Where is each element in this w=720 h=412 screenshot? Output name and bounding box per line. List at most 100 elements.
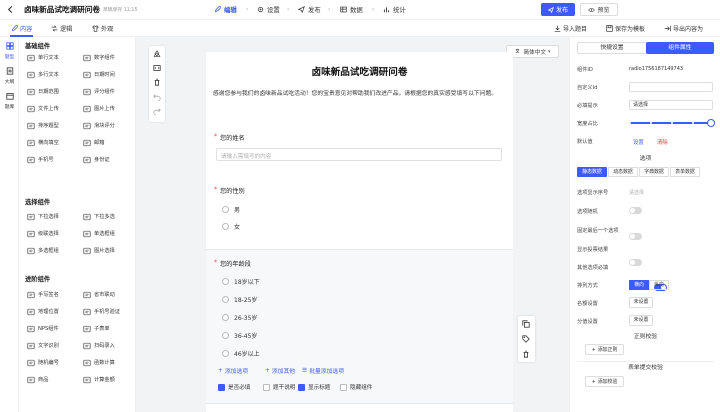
form-title[interactable]: 卤味新品试吃调研问卷 xyxy=(206,64,513,78)
save-template-button[interactable]: 保存为模板 xyxy=(606,24,645,33)
rail-question-types[interactable]: 题型 xyxy=(2,42,17,60)
add-other-link[interactable]: + 添加其他 xyxy=(265,366,295,376)
radio-option[interactable]: 男 xyxy=(222,205,240,214)
component-sort[interactable]: 排序题型 xyxy=(22,119,74,132)
tab-quick-settings[interactable]: 快捷设置 xyxy=(577,42,647,54)
component-number[interactable]: 数字组件 xyxy=(78,51,130,64)
component-id-card[interactable]: 身份证 xyxy=(78,153,130,166)
tab-content[interactable]: 内容 xyxy=(11,24,32,33)
step-stats[interactable]: 统计 xyxy=(383,5,406,14)
rail-outline[interactable]: 大纲 xyxy=(2,67,17,85)
score-button[interactable]: 未设置 xyxy=(629,315,653,326)
layout-vertical[interactable]: 纵向 xyxy=(649,280,669,290)
radio-option[interactable]: 18岁以下 xyxy=(222,277,260,286)
rail-question-bank[interactable]: 题库 xyxy=(2,92,17,110)
question-name[interactable]: * 您的姓名 请输入需填写的内容 xyxy=(206,124,513,176)
component-fill-blank[interactable]: 横向填空 xyxy=(22,136,74,149)
component-subform[interactable]: 子表单 xyxy=(78,322,130,335)
toggle-hidden[interactable]: 隐藏组件 xyxy=(340,383,372,391)
tab-appearance[interactable]: 外观 xyxy=(92,24,113,33)
publish-button[interactable]: 发布 xyxy=(541,3,575,16)
component-signature[interactable]: 手写签名 xyxy=(22,288,74,301)
component-ocr[interactable]: 文字识别 xyxy=(22,339,74,352)
show-vote-switch[interactable] xyxy=(629,259,642,266)
undo-icon[interactable] xyxy=(153,93,161,103)
tab-logic[interactable]: 逻辑 xyxy=(51,24,72,33)
component-image-select[interactable]: 图片选择 xyxy=(78,244,130,257)
quota-button[interactable]: 未设置 xyxy=(629,297,653,308)
component-location[interactable]: 地理位置 xyxy=(22,305,74,318)
component-email[interactable]: 邮箱 xyxy=(78,136,130,149)
step-data[interactable]: 数据 xyxy=(340,5,363,14)
component-single-line[interactable]: 单行文本 xyxy=(22,51,74,64)
form-intro[interactable]: 感谢您参与我们的卤味新品试吃活动！您的宝贵意见对帮助我们改进产品，请根据您的真实… xyxy=(213,88,511,97)
tab-dict-data[interactable]: 字典数据 xyxy=(639,167,669,177)
component-product[interactable]: 商品 xyxy=(22,373,74,386)
back-icon[interactable] xyxy=(6,5,15,14)
component-cascade[interactable]: 级联选择 xyxy=(22,227,74,240)
component-checkbox-group[interactable]: 多选框组 xyxy=(22,244,74,257)
tab-static-data[interactable]: 静态数据 xyxy=(577,167,607,177)
component-datetime[interactable]: 日期时间 xyxy=(78,68,130,81)
component-phone[interactable]: 手机号 xyxy=(22,153,74,166)
layout-horizontal[interactable]: 横向 xyxy=(629,280,649,290)
component-amount[interactable]: 计算金额 xyxy=(78,373,130,386)
component-slider[interactable]: 滑块评分 xyxy=(78,119,130,132)
fix-last-option-switch[interactable] xyxy=(629,233,642,240)
component-dropdown-multi[interactable]: 下拉多选 xyxy=(78,210,130,223)
default-clear-button[interactable]: 清除 xyxy=(657,138,668,146)
component-dropdown[interactable]: 下拉选择 xyxy=(22,210,74,223)
component-nps[interactable]: NPS组件 xyxy=(22,322,74,335)
component-rating[interactable]: 评分组件 xyxy=(78,85,130,98)
batch-add-link[interactable]: ☰ 批量添加选项 xyxy=(302,366,344,376)
tag-icon[interactable] xyxy=(522,335,530,345)
name-input[interactable]: 请输入需填写的内容 xyxy=(216,148,502,161)
toggle-required[interactable]: 是否必填 xyxy=(218,383,250,391)
component-function[interactable]: 函数计算 xyxy=(78,356,130,369)
survey-title[interactable]: 卤味新品试吃调研问卷 xyxy=(24,4,100,15)
component-image-upload[interactable]: 图片上传 xyxy=(78,102,130,115)
component-scan[interactable]: 扫码录入 xyxy=(78,339,130,352)
radio-option[interactable]: 36-45岁 xyxy=(222,331,257,340)
default-set-button[interactable]: 设置 xyxy=(633,138,644,146)
copy-icon[interactable] xyxy=(522,320,530,330)
hint-input[interactable]: 请选择 xyxy=(629,100,713,110)
component-multi-line[interactable]: 多行文本 xyxy=(22,68,74,81)
component-region[interactable]: 省市联动 xyxy=(78,288,130,301)
preview-button[interactable]: 预览 xyxy=(580,3,618,16)
add-validate-button[interactable]: + 添加校验 xyxy=(585,376,624,387)
import-questions-button[interactable]: 导入题目 xyxy=(554,24,587,33)
toggle-description[interactable]: 题干说明 xyxy=(263,383,295,391)
recycle-icon[interactable] xyxy=(153,50,161,60)
component-date-range[interactable]: 日期范围 xyxy=(22,85,74,98)
option-order-select[interactable]: 请选择 xyxy=(629,189,644,196)
tab-component-props[interactable]: 组件属性 xyxy=(646,42,714,54)
component-radio-group[interactable]: 单选框组 xyxy=(78,227,130,240)
redo-icon[interactable] xyxy=(153,107,161,117)
question-gender[interactable]: * 您的性别 男 女 xyxy=(206,177,513,249)
radio-option[interactable]: 26-35岁 xyxy=(222,313,257,322)
toggle-show-title[interactable]: 显示标题 xyxy=(298,383,330,391)
random-options-switch[interactable] xyxy=(629,207,642,214)
tab-form-data[interactable]: 表单数据 xyxy=(670,167,700,177)
code-icon[interactable] xyxy=(153,64,161,74)
question-age-selected[interactable]: * 您的年龄段 18岁以下 18-25岁 26-35岁 36-45岁 46岁以上… xyxy=(206,249,513,404)
component-random-id[interactable]: 随机编号 xyxy=(22,356,74,369)
radio-option[interactable]: 女 xyxy=(222,222,240,231)
width-slider-handle[interactable] xyxy=(707,119,715,127)
trash-icon[interactable] xyxy=(153,78,161,88)
delete-icon[interactable] xyxy=(522,350,530,360)
radio-option[interactable]: 46岁以上 xyxy=(222,349,260,358)
add-regex-button[interactable]: + 添加正则 xyxy=(585,344,624,355)
component-file-upload[interactable]: 文件上传 xyxy=(22,102,74,115)
add-option-link[interactable]: + 添加选项 xyxy=(218,366,248,376)
tab-dynamic-data[interactable]: 动态数据 xyxy=(608,167,638,177)
component-phone-verify[interactable]: 手机号验证 xyxy=(78,305,130,318)
step-edit[interactable]: 编辑 xyxy=(214,5,237,14)
step-settings[interactable]: 设置 xyxy=(257,5,280,14)
export-button[interactable]: 导出内容为 xyxy=(664,24,703,33)
step-publish[interactable]: 发布 xyxy=(298,5,321,14)
custom-id-input[interactable] xyxy=(629,82,713,92)
language-select[interactable]: 简体中文 ▾ xyxy=(506,45,559,58)
radio-option[interactable]: 18-25岁 xyxy=(222,295,257,304)
